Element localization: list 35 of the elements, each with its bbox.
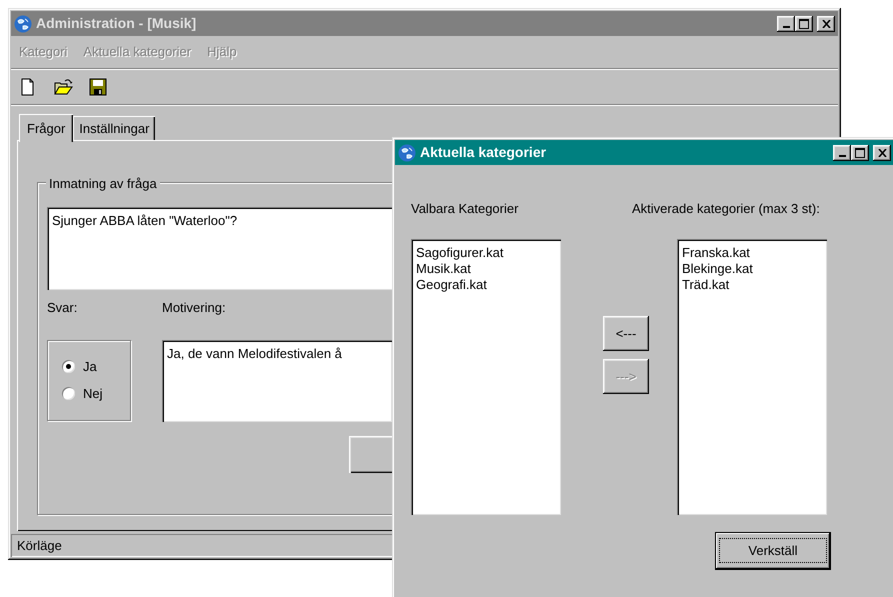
open-folder-icon[interactable] <box>54 78 73 96</box>
window-title: Administration - [Musik] <box>36 14 198 33</box>
list-item[interactable]: Musik.kat <box>416 260 556 277</box>
list-item[interactable]: Geografi.kat <box>416 277 556 294</box>
move-button[interactable]: <--- <box>603 316 649 351</box>
globe-icon <box>398 144 416 162</box>
button[interactable] <box>349 436 392 472</box>
tab[interactable]: Frågor <box>19 114 74 142</box>
maximize-icon <box>799 18 809 28</box>
close-button[interactable] <box>873 144 891 160</box>
minimize-button[interactable] <box>833 144 851 160</box>
maximize-button[interactable] <box>851 144 869 160</box>
radio-option[interactable]: Ja <box>62 356 130 376</box>
tab[interactable]: Inställningar <box>73 116 156 140</box>
globe-icon <box>14 14 32 32</box>
list-box[interactable]: Franska.kat Blekinge.kat Träd.kat <box>677 238 827 514</box>
answer-label: Svar: <box>47 299 78 317</box>
maximize-icon <box>855 148 865 158</box>
radio-option[interactable]: Nej <box>62 384 130 404</box>
list-label: Aktiverade kategorier (max 3 st): <box>632 200 821 218</box>
motivation-label: Motivering: <box>162 299 227 317</box>
list-label: Valbara Kategorier <box>411 200 520 218</box>
list-item[interactable]: Träd.kat <box>682 277 822 294</box>
list-item[interactable]: Sagofigurer.kat <box>416 244 556 261</box>
minimize-icon <box>838 154 846 156</box>
list-item[interactable]: Franska.kat <box>682 244 822 261</box>
close-icon <box>878 148 886 156</box>
apply-button[interactable]: Verkställ <box>716 532 830 568</box>
motivation-field[interactable]: Ja, de vann Melodifestivalen å <box>162 340 392 422</box>
window-title: Aktuella kategorier <box>420 143 548 162</box>
question-field[interactable]: Sjunger ABBA låten "Waterloo"? <box>47 207 394 290</box>
close-icon <box>822 20 830 28</box>
list-box[interactable]: Sagofigurer.kat Musik.kat Geografi.kat <box>411 238 561 514</box>
list-item[interactable]: Blekinge.kat <box>682 260 822 277</box>
minimize-icon <box>782 26 790 28</box>
